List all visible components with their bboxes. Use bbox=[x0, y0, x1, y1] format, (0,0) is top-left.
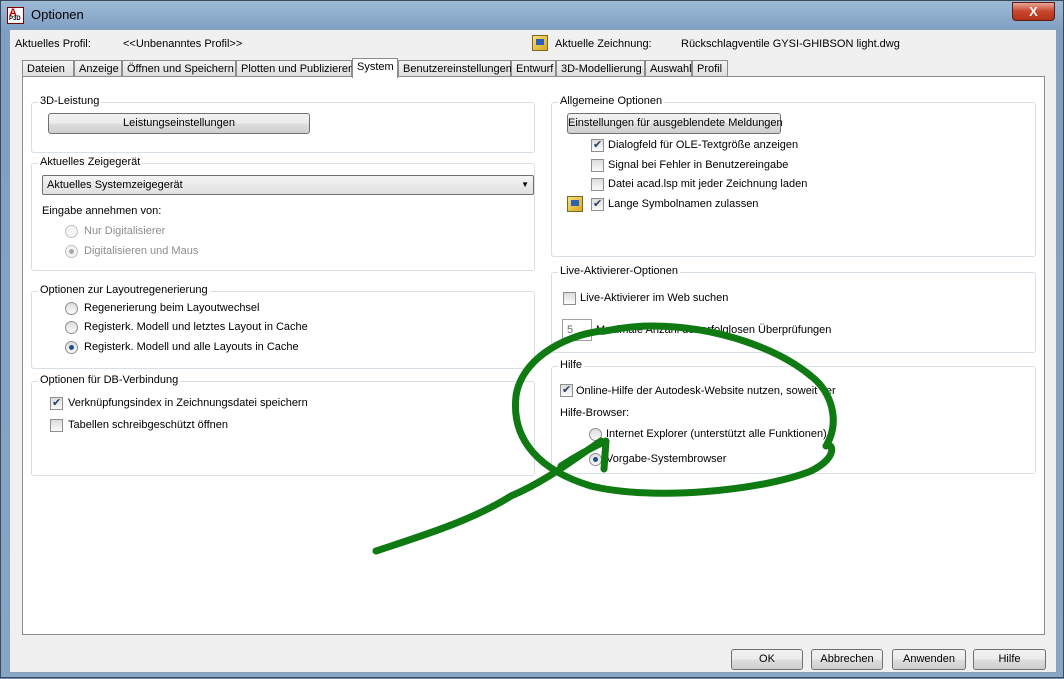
group-title: Live-Aktivierer-Optionen bbox=[558, 265, 680, 277]
radio-regen-on-layout-switch[interactable] bbox=[65, 302, 78, 315]
group-title: Optionen zur Layoutregenerierung bbox=[38, 284, 210, 296]
checkbox-store-link-index[interactable] bbox=[50, 396, 63, 410]
dropdown-arrow-icon: ▼ bbox=[521, 180, 529, 189]
hidden-messages-settings-button[interactable]: Einstellungen für ausgeblendete Meldunge… bbox=[567, 113, 783, 134]
help-button[interactable]: Hilfe bbox=[973, 649, 1046, 670]
group-layout-regen: Optionen zur Layoutregenerierung Regener… bbox=[31, 284, 535, 369]
tab-plotten-publizieren[interactable]: Plotten und Publizieren bbox=[236, 60, 354, 77]
radio-regen-on-layout-switch-label: Regenerierung beim Layoutwechsel bbox=[84, 302, 260, 314]
group-title: Allgemeine Optionen bbox=[558, 95, 665, 107]
accept-input-label: Eingabe annehmen von: bbox=[42, 205, 162, 217]
radio-cache-model-all-layouts-label: Registerk. Modell und alle Layouts in Ca… bbox=[84, 341, 299, 353]
checkbox-long-symbol-names[interactable] bbox=[591, 197, 604, 211]
checkbox-live-enabler-web[interactable] bbox=[563, 292, 576, 305]
checkbox-open-tables-readonly-label: Tabellen schreibgeschützt öffnen bbox=[68, 419, 229, 431]
app-icon-sub: P3D bbox=[9, 16, 21, 22]
radio-internet-explorer-label: Internet Explorer (unterstützt alle Funk… bbox=[606, 428, 827, 440]
radio-digitizer-and-mouse-label: Digitalisieren und Maus bbox=[84, 245, 199, 257]
profile-label: Aktuelles Profil: bbox=[15, 38, 91, 50]
tab-strip: Dateien Anzeige Öffnen und Speichern Plo… bbox=[22, 58, 1042, 78]
window-close-button[interactable]: X bbox=[1012, 2, 1055, 21]
dialog-client-area: Aktuelles Profil: <<Unbenanntes Profil>>… bbox=[9, 29, 1057, 673]
radio-default-system-browser[interactable] bbox=[589, 453, 602, 466]
checkbox-open-tables-readonly[interactable] bbox=[50, 419, 63, 432]
checkbox-load-acad-lsp[interactable] bbox=[591, 178, 604, 191]
tab-auswahl[interactable]: Auswahl bbox=[645, 60, 692, 77]
autocad-app-icon: A P3D bbox=[7, 7, 24, 24]
checkbox-online-help[interactable] bbox=[560, 383, 573, 397]
radio-digitizer-and-mouse[interactable] bbox=[65, 245, 78, 258]
tab-system[interactable]: System bbox=[352, 58, 398, 78]
max-failed-checks-input[interactable]: 5 bbox=[562, 319, 592, 341]
tab-benutzereinstellungen[interactable]: Benutzereinstellungen bbox=[398, 60, 512, 77]
radio-internet-explorer[interactable] bbox=[589, 428, 602, 441]
checkbox-beep-on-error-label: Signal bei Fehler in Benutzereingabe bbox=[608, 159, 789, 171]
group-live-enabler: Live-Aktivierer-Optionen Live-Aktivierer… bbox=[551, 265, 1036, 353]
tab-anzeige[interactable]: Anzeige bbox=[74, 60, 122, 77]
radio-cache-model-last-layout-label: Registerk. Modell und letztes Layout in … bbox=[84, 321, 308, 333]
group-3d-performance: 3D-Leistung Leistungseinstellungen bbox=[31, 95, 535, 153]
tab-oeffnen-speichern[interactable]: Öffnen und Speichern bbox=[122, 60, 236, 77]
group-db-connection: Optionen für DB-Verbindung Verknüpfungsi… bbox=[31, 374, 535, 476]
group-pointing-device: Aktuelles Zeigegerät Aktuelles Systemzei… bbox=[31, 156, 535, 271]
select-value: Aktuelles Systemzeigegerät bbox=[47, 179, 183, 191]
group-help: Hilfe Online-Hilfe der Autodesk-Website … bbox=[551, 359, 1036, 474]
checkbox-long-symbol-names-label: Lange Symbolnamen zulassen bbox=[608, 198, 759, 210]
system-tab-panel: 3D-Leistung Leistungseinstellungen Aktue… bbox=[22, 76, 1045, 635]
checkbox-live-enabler-web-label: Live-Aktivierer im Web suchen bbox=[580, 292, 729, 304]
drawing-file-icon bbox=[532, 35, 548, 51]
performance-settings-button[interactable]: Leistungseinstellungen bbox=[48, 113, 310, 134]
checkbox-load-acad-lsp-label: Datei acad.lsp mit jeder Zeichnung laden bbox=[608, 178, 808, 190]
tab-entwurf[interactable]: Entwurf bbox=[511, 60, 556, 77]
drawing-label: Aktuelle Zeichnung: bbox=[555, 38, 652, 50]
tab-3d-modellierung[interactable]: 3D-Modellierung bbox=[556, 60, 645, 77]
checkbox-beep-on-error[interactable] bbox=[591, 159, 604, 172]
window-title: Optionen bbox=[31, 7, 84, 22]
group-title: Aktuelles Zeigegerät bbox=[38, 156, 143, 168]
ok-button[interactable]: OK bbox=[731, 649, 803, 670]
close-icon: X bbox=[1029, 4, 1038, 19]
radio-digitizer-only[interactable] bbox=[65, 225, 78, 238]
title-bar[interactable]: A P3D Optionen X bbox=[1, 1, 1063, 29]
tab-profil[interactable]: Profil bbox=[692, 60, 728, 77]
drawing-setting-icon bbox=[567, 196, 583, 212]
apply-button[interactable]: Anwenden bbox=[892, 649, 966, 670]
radio-digitizer-only-label: Nur Digitalisierer bbox=[84, 225, 166, 237]
help-browser-label: Hilfe-Browser: bbox=[560, 407, 630, 419]
checkbox-online-help-label: Online-Hilfe der Autodesk-Website nutzen… bbox=[576, 385, 836, 397]
options-window: A P3D Optionen X Aktuelles Profil: <<Unb… bbox=[0, 0, 1064, 678]
checkbox-ole-text-size-dialog[interactable] bbox=[591, 138, 604, 152]
group-title: Optionen für DB-Verbindung bbox=[38, 374, 181, 386]
checkbox-store-link-index-label: Verknüpfungsindex in Zeichnungsdatei spe… bbox=[68, 397, 308, 409]
group-title: 3D-Leistung bbox=[38, 95, 102, 107]
drawing-value: Rückschlagventile GYSI-GHIBSON light.dwg bbox=[681, 38, 900, 50]
checkbox-ole-text-size-dialog-label: Dialogfeld für OLE-Textgröße anzeigen bbox=[608, 139, 799, 151]
pointing-device-select[interactable]: Aktuelles Systemzeigegerät ▼ bbox=[42, 175, 534, 195]
tab-dateien[interactable]: Dateien bbox=[22, 60, 74, 77]
radio-default-system-browser-label: Vorgabe-Systembrowser bbox=[606, 453, 727, 465]
max-failed-checks-label: Maximale Anzahl der erfolglosen Überprüf… bbox=[596, 324, 832, 336]
group-general-options: Allgemeine Optionen Einstellungen für au… bbox=[551, 95, 1036, 257]
profile-value: <<Unbenanntes Profil>> bbox=[123, 38, 243, 50]
group-title: Hilfe bbox=[558, 359, 585, 371]
radio-cache-model-last-layout[interactable] bbox=[65, 321, 78, 334]
radio-cache-model-all-layouts[interactable] bbox=[65, 341, 78, 354]
cancel-button[interactable]: Abbrechen bbox=[811, 649, 883, 670]
